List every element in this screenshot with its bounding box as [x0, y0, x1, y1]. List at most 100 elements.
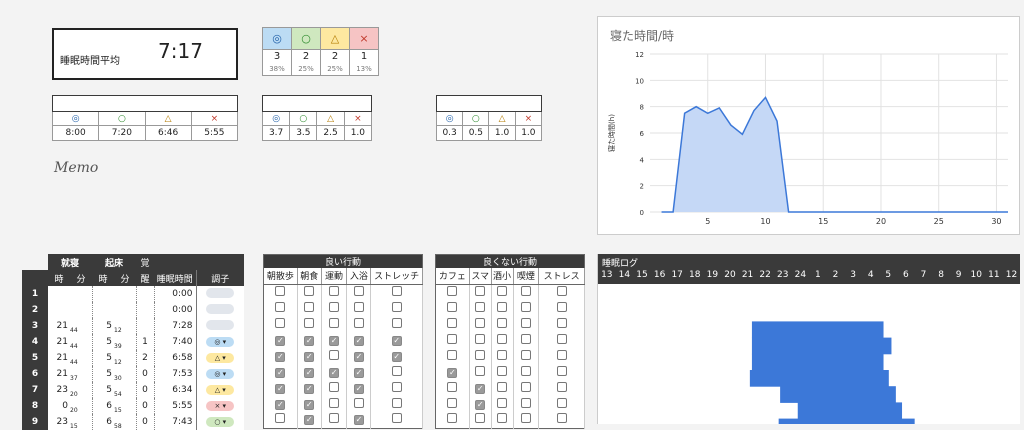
wake-hour[interactable]: 5 — [91, 366, 114, 382]
checkbox[interactable]: ✓ — [304, 351, 315, 362]
checkbox[interactable] — [391, 285, 402, 296]
bed-minute[interactable]: 44 — [70, 318, 92, 334]
wake-hour[interactable]: 6 — [91, 398, 114, 414]
awake-count[interactable] — [135, 302, 154, 318]
checkbox[interactable] — [556, 349, 567, 360]
checkbox[interactable]: ✓ — [304, 383, 315, 394]
awake-count[interactable]: 1 — [135, 334, 154, 350]
checkbox[interactable] — [475, 333, 486, 344]
checkbox[interactable] — [304, 301, 315, 312]
wake-hour[interactable]: 5 — [91, 382, 114, 398]
checkbox[interactable] — [475, 413, 486, 424]
checkbox[interactable] — [353, 285, 364, 296]
checkbox[interactable] — [353, 301, 364, 312]
wake-minute[interactable]: 30 — [114, 366, 136, 382]
checkbox[interactable] — [475, 349, 486, 360]
checkbox[interactable] — [275, 413, 286, 424]
bed-hour[interactable]: 23 — [48, 382, 70, 398]
checkbox[interactable]: ✓ — [353, 351, 364, 362]
checkbox[interactable]: ✓ — [447, 367, 458, 378]
checkbox[interactable] — [497, 333, 508, 344]
awake-count[interactable]: 0 — [135, 414, 154, 430]
wake-hour[interactable]: 5 — [91, 350, 114, 366]
mood-select[interactable] — [206, 287, 235, 298]
checkbox[interactable] — [475, 317, 486, 328]
checkbox[interactable] — [556, 381, 567, 392]
checkbox[interactable] — [447, 317, 458, 328]
wake-hour[interactable]: 6 — [91, 414, 114, 430]
awake-count[interactable]: 0 — [135, 382, 154, 398]
bed-minute[interactable]: 44 — [70, 334, 92, 350]
bed-hour[interactable]: 21 — [48, 350, 70, 366]
checkbox[interactable] — [520, 381, 531, 392]
checkbox[interactable] — [556, 333, 567, 344]
bed-minute[interactable] — [70, 302, 92, 318]
checkbox[interactable] — [329, 397, 340, 408]
checkbox[interactable]: ✓ — [391, 335, 402, 346]
wake-minute[interactable]: 39 — [114, 334, 136, 350]
checkbox[interactable] — [556, 365, 567, 376]
checkbox[interactable] — [329, 285, 340, 296]
checkbox[interactable]: ✓ — [391, 351, 402, 362]
checkbox[interactable] — [447, 413, 458, 424]
checkbox[interactable]: ✓ — [353, 367, 364, 378]
checkbox[interactable] — [329, 381, 340, 392]
checkbox[interactable]: ✓ — [304, 367, 315, 378]
checkbox[interactable] — [329, 301, 340, 312]
checkbox[interactable] — [475, 301, 486, 312]
checkbox[interactable] — [520, 317, 531, 328]
bed-minute[interactable]: 15 — [70, 414, 92, 430]
checkbox[interactable] — [556, 397, 567, 408]
awake-count[interactable]: 0 — [135, 366, 154, 382]
checkbox[interactable] — [556, 413, 567, 424]
checkbox[interactable] — [556, 301, 567, 312]
wake-minute[interactable]: 12 — [114, 350, 136, 366]
checkbox[interactable] — [497, 413, 508, 424]
wake-hour[interactable]: 5 — [91, 318, 114, 334]
checkbox[interactable] — [520, 349, 531, 360]
wake-minute[interactable]: 54 — [114, 382, 136, 398]
checkbox[interactable] — [497, 365, 508, 376]
checkbox[interactable] — [556, 285, 567, 296]
bed-hour[interactable] — [48, 302, 70, 318]
checkbox[interactable]: ✓ — [275, 335, 286, 346]
mood-select[interactable]: ○ ▾ — [206, 417, 235, 427]
checkbox[interactable] — [520, 365, 531, 376]
checkbox[interactable] — [556, 317, 567, 328]
checkbox[interactable]: ✓ — [475, 399, 486, 410]
checkbox[interactable] — [520, 285, 531, 296]
mood-select[interactable] — [206, 303, 235, 314]
mood-select[interactable]: × ▾ — [206, 401, 235, 411]
wake-hour[interactable] — [91, 302, 114, 318]
checkbox[interactable] — [447, 333, 458, 344]
checkbox[interactable]: ✓ — [353, 335, 364, 346]
checkbox[interactable] — [329, 349, 340, 360]
checkbox[interactable] — [329, 413, 340, 424]
wake-minute[interactable]: 58 — [114, 414, 136, 430]
mood-select[interactable] — [206, 319, 235, 330]
checkbox[interactable] — [391, 301, 402, 312]
checkbox[interactable]: ✓ — [275, 399, 286, 410]
wake-minute[interactable]: 15 — [114, 398, 136, 414]
checkbox[interactable] — [353, 317, 364, 328]
wake-minute[interactable] — [114, 286, 136, 302]
bed-hour[interactable]: 21 — [48, 334, 70, 350]
checkbox[interactable] — [391, 381, 402, 392]
checkbox[interactable]: ✓ — [304, 335, 315, 346]
checkbox[interactable] — [275, 285, 286, 296]
awake-count[interactable]: 2 — [135, 350, 154, 366]
bed-hour[interactable]: 21 — [48, 366, 70, 382]
checkbox[interactable] — [520, 413, 531, 424]
checkbox[interactable]: ✓ — [304, 399, 315, 410]
checkbox[interactable] — [447, 397, 458, 408]
wake-hour[interactable] — [91, 286, 114, 302]
checkbox[interactable] — [304, 285, 315, 296]
bed-hour[interactable]: 23 — [48, 414, 70, 430]
bed-minute[interactable]: 37 — [70, 366, 92, 382]
checkbox[interactable] — [447, 349, 458, 360]
checkbox[interactable] — [304, 317, 315, 328]
checkbox[interactable] — [520, 397, 531, 408]
bed-hour[interactable]: 21 — [48, 318, 70, 334]
bed-hour[interactable] — [48, 286, 70, 302]
mood-select[interactable]: ◎ ▾ — [206, 337, 235, 347]
